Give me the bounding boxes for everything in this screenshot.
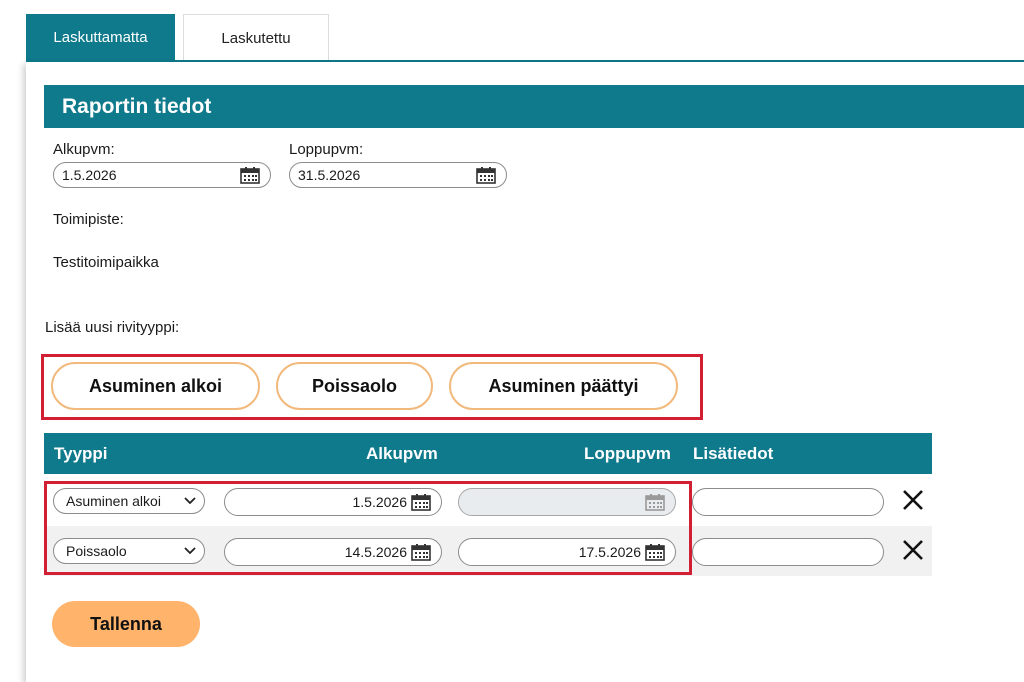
end-date-value: 31.5.2026 <box>298 167 361 183</box>
header-extra: Lisätiedot <box>693 444 774 463</box>
table-row: Poissaolo 14.5.2026 17.5.2026 <box>44 526 932 576</box>
row-type-select[interactable]: Asuminen alkoi <box>53 488 205 514</box>
add-asuminen-alkoi-button[interactable]: Asuminen alkoi <box>51 362 260 410</box>
calendar-icon[interactable] <box>411 544 431 561</box>
add-poissaolo-button[interactable]: Poissaolo <box>276 362 433 410</box>
office-value: Testitoimipaikka <box>53 254 159 271</box>
close-icon[interactable] <box>901 538 925 562</box>
end-date-label: Loppupvm: <box>289 141 364 158</box>
row-type-value: Asuminen alkoi <box>66 493 161 509</box>
row-end-date-input <box>458 488 676 516</box>
add-row-label: Lisää uusi rivityyppi: <box>45 319 180 336</box>
office-label: Toimipiste: <box>53 211 124 228</box>
calendar-icon <box>645 494 665 511</box>
row-extra-input[interactable] <box>692 488 884 516</box>
save-button[interactable]: Tallenna <box>52 601 200 647</box>
start-date-label: Alkupvm: <box>53 141 115 158</box>
row-extra-input[interactable] <box>692 538 884 566</box>
table-header: Tyyppi Alkupvm Loppupvm Lisätiedot <box>44 433 932 474</box>
row-start-date-input[interactable]: 14.5.2026 <box>224 538 442 566</box>
header-end: Loppupvm <box>584 444 671 463</box>
section-header: Raportin tiedot <box>44 85 1024 128</box>
calendar-icon[interactable] <box>476 167 496 184</box>
row-end-date-input[interactable]: 17.5.2026 <box>458 538 676 566</box>
calendar-icon[interactable] <box>645 544 665 561</box>
start-date-value: 1.5.2026 <box>62 167 117 183</box>
tab-laskutettu[interactable]: Laskutettu <box>183 14 329 61</box>
row-type-value: Poissaolo <box>66 543 127 559</box>
add-asuminen-paattyi-button[interactable]: Asuminen päättyi <box>449 362 678 410</box>
close-icon[interactable] <box>901 488 925 512</box>
row-start-date-value: 1.5.2026 <box>352 494 408 510</box>
header-type: Tyyppi <box>54 444 108 463</box>
row-start-date-input[interactable]: 1.5.2026 <box>224 488 442 516</box>
tab-laskuttamatta[interactable]: Laskuttamatta <box>26 14 175 61</box>
end-date-input[interactable]: 31.5.2026 <box>289 162 507 188</box>
calendar-icon[interactable] <box>411 494 431 511</box>
chevron-down-icon <box>184 547 196 555</box>
row-type-select[interactable]: Poissaolo <box>53 538 205 564</box>
table-row: Asuminen alkoi 1.5.2026 <box>44 476 932 526</box>
chevron-down-icon <box>184 497 196 505</box>
header-start: Alkupvm <box>366 444 438 463</box>
row-end-date-value: 17.5.2026 <box>578 544 641 560</box>
row-start-date-value: 14.5.2026 <box>344 544 407 560</box>
calendar-icon[interactable] <box>240 167 260 184</box>
start-date-input[interactable]: 1.5.2026 <box>53 162 271 188</box>
